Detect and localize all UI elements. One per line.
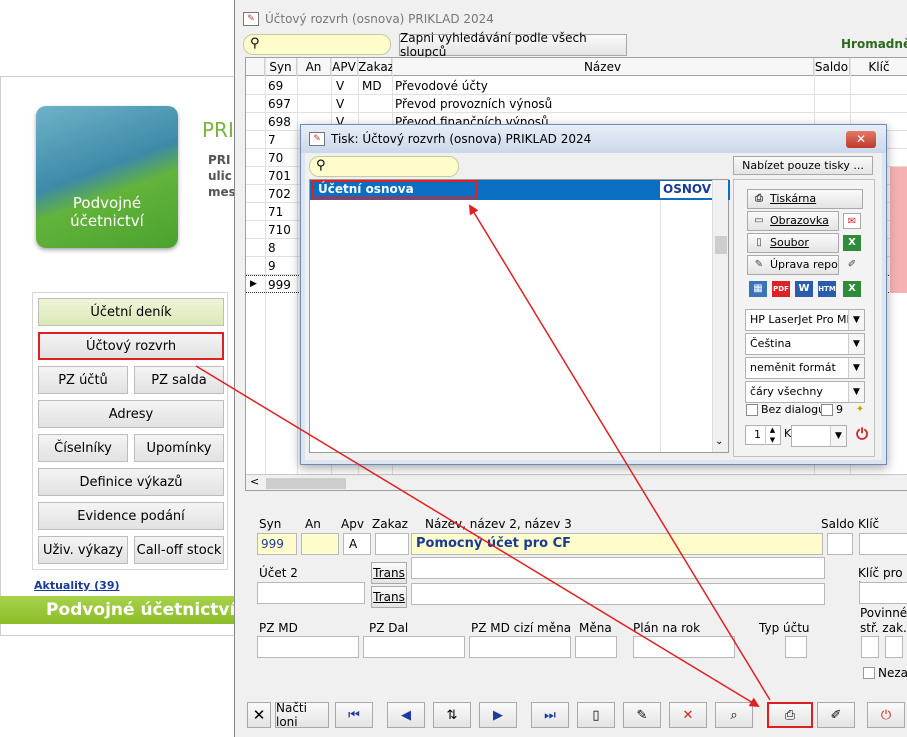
annotation-arrows [195,204,771,708]
arrow-print-to-report [468,204,771,701]
arrow-menu-to-print [195,365,760,708]
